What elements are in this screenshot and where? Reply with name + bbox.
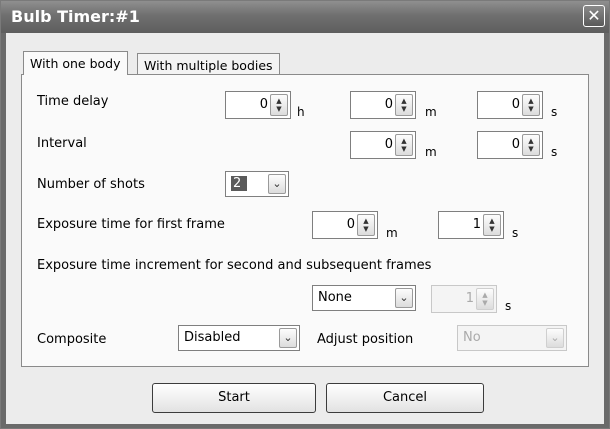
seconds-unit: s bbox=[551, 105, 558, 119]
minutes-unit: m bbox=[386, 226, 398, 240]
chevron-down-icon[interactable]: ⌄ bbox=[395, 288, 413, 308]
updown-arrows-icon[interactable]: ▲ ▼ bbox=[395, 94, 413, 116]
composite-select[interactable]: Disabled ⌄ bbox=[178, 325, 300, 351]
interval-seconds-spinner[interactable]: 0 ▲ ▼ bbox=[477, 131, 543, 159]
interval-minutes-spinner[interactable]: 0 ▲ ▼ bbox=[350, 131, 416, 159]
hours-unit: h bbox=[297, 105, 305, 119]
start-button[interactable]: Start bbox=[152, 383, 316, 413]
updown-arrows-icon[interactable]: ▲ ▼ bbox=[395, 134, 413, 156]
window-title: Bulb Timer:#1 bbox=[11, 7, 140, 26]
time-delay-hours-spinner[interactable]: 0 ▲ ▼ bbox=[225, 91, 291, 119]
updown-arrows-icon[interactable]: ▲ ▼ bbox=[357, 214, 375, 236]
time-delay-seconds-spinner[interactable]: 0 ▲ ▼ bbox=[477, 91, 543, 119]
tab-with-one-body[interactable]: With one body bbox=[23, 51, 128, 75]
interval-label: Interval bbox=[37, 136, 87, 151]
tab-with-multiple-bodies[interactable]: With multiple bodies bbox=[137, 53, 280, 75]
seconds-unit: s bbox=[551, 145, 558, 159]
number-of-shots-select[interactable]: 2 ⌄ bbox=[225, 171, 289, 197]
bulb-timer-dialog: Bulb Timer:#1 ✕ With one body With multi… bbox=[0, 0, 610, 429]
adjust-position-label: Adjust position bbox=[317, 332, 414, 347]
seconds-unit: s bbox=[512, 226, 519, 240]
updown-arrows-icon: ▲ ▼ bbox=[476, 288, 494, 310]
updown-arrows-icon[interactable]: ▲ ▼ bbox=[522, 134, 540, 156]
exposure-first-label: Exposure time for first frame bbox=[37, 217, 225, 232]
frame-right bbox=[604, 33, 609, 428]
updown-arrows-icon[interactable]: ▲ ▼ bbox=[270, 94, 288, 116]
updown-arrows-icon[interactable]: ▲ ▼ bbox=[522, 94, 540, 116]
updown-arrows-icon[interactable]: ▲ ▼ bbox=[483, 214, 501, 236]
exposure-increment-label: Exposure time increment for second and s… bbox=[37, 258, 432, 273]
close-icon: ✕ bbox=[587, 6, 601, 25]
minutes-unit: m bbox=[425, 145, 437, 159]
time-delay-label: Time delay bbox=[37, 94, 109, 109]
frame-bottom bbox=[1, 424, 609, 428]
cancel-button[interactable]: Cancel bbox=[326, 383, 484, 413]
chevron-down-icon[interactable]: ⌄ bbox=[279, 328, 297, 348]
title-bar[interactable]: Bulb Timer:#1 ✕ bbox=[1, 1, 609, 33]
frame-left bbox=[1, 33, 6, 428]
close-button[interactable]: ✕ bbox=[583, 5, 605, 27]
number-of-shots-label: Number of shots bbox=[37, 177, 145, 192]
exposure-increment-mode-select[interactable]: None ⌄ bbox=[312, 285, 416, 311]
exposure-increment-seconds-spinner: 1 ▲ ▼ bbox=[431, 285, 497, 313]
seconds-unit: s bbox=[505, 299, 512, 313]
composite-label: Composite bbox=[37, 332, 107, 347]
minutes-unit: m bbox=[425, 105, 437, 119]
exposure-first-minutes-spinner[interactable]: 0 ▲ ▼ bbox=[312, 211, 378, 239]
exposure-first-seconds-spinner[interactable]: 1 ▲ ▼ bbox=[438, 211, 504, 239]
time-delay-minutes-spinner[interactable]: 0 ▲ ▼ bbox=[350, 91, 416, 119]
chevron-down-icon: ⌄ bbox=[546, 328, 564, 348]
adjust-position-select: No ⌄ bbox=[457, 325, 567, 351]
chevron-down-icon[interactable]: ⌄ bbox=[268, 174, 286, 194]
